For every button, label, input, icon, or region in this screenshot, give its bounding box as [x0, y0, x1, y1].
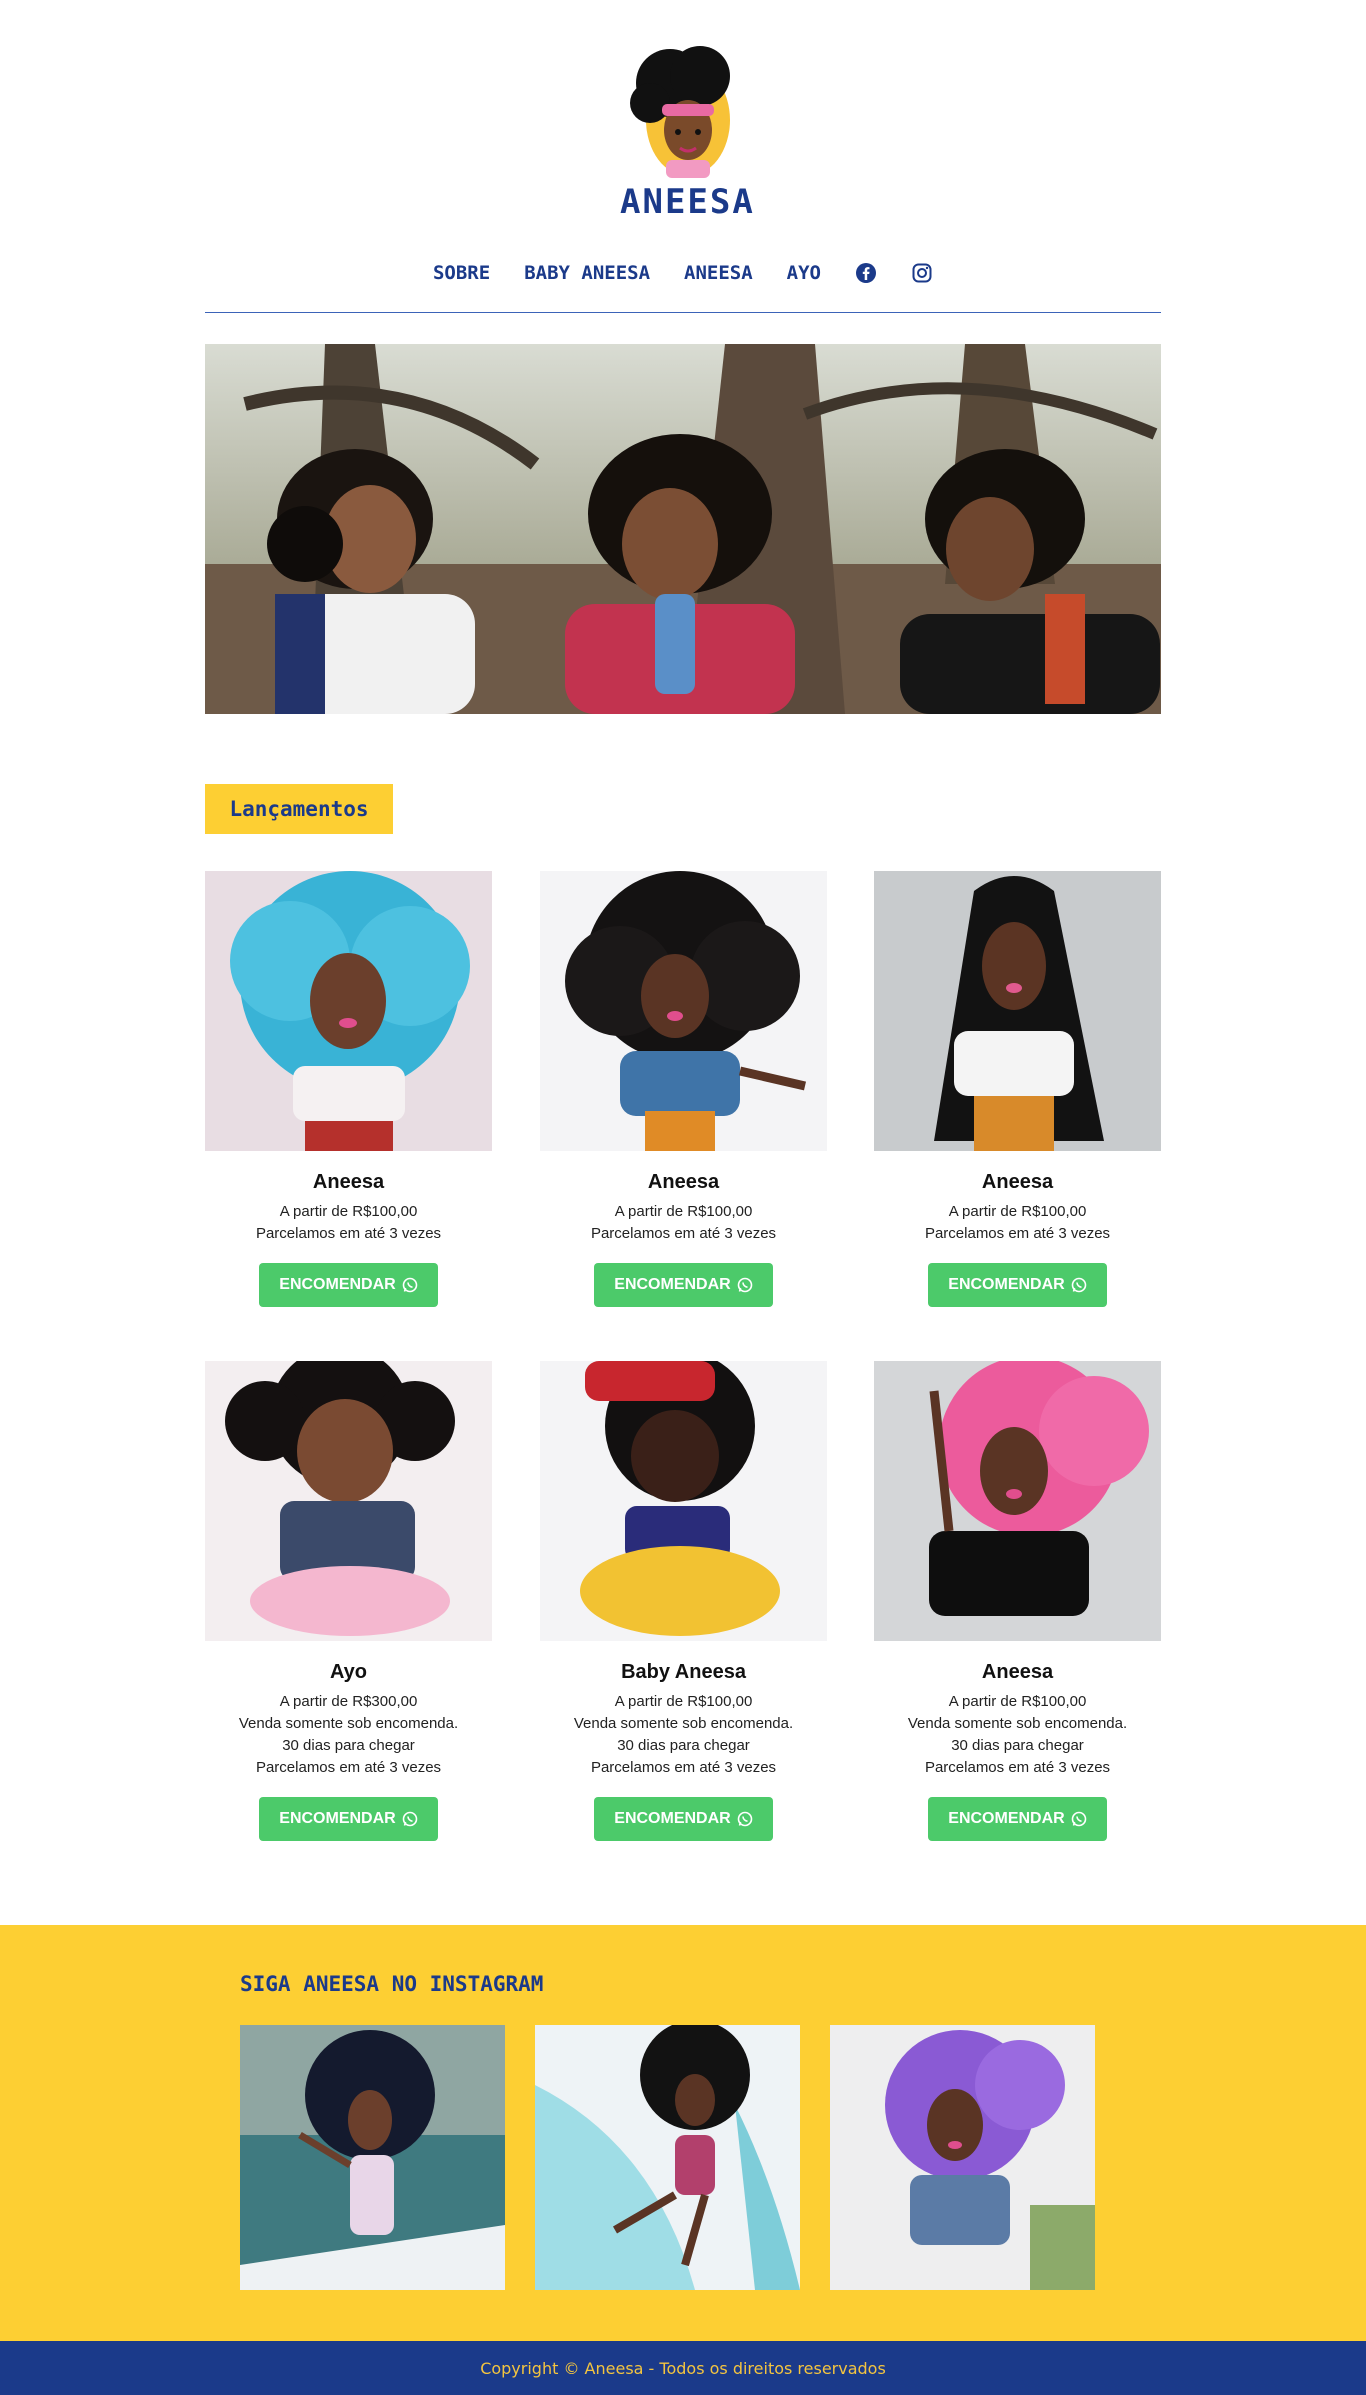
product-card: Aneesa A partir de R$100,00 Parcelamos e… — [205, 871, 492, 1307]
product-name: Aneesa — [981, 1171, 1054, 1193]
product-installments: Parcelamos em até 3 vezes — [924, 1225, 1111, 1242]
order-button[interactable]: ENCOMENDAR — [928, 1263, 1107, 1307]
order-button-label: ENCOMENDAR — [279, 1810, 396, 1827]
product-image[interactable] — [540, 871, 827, 1151]
product-card: Aneesa A partir de R$100,00 Parcelamos e… — [874, 871, 1161, 1307]
nav-item-baby-aneesa[interactable]: Baby Aneesa — [524, 262, 650, 284]
product-note: Venda somente sob encomenda. — [238, 1715, 459, 1732]
instagram-section: SIGA ANEESA NO INSTAGRAM — [0, 1925, 1366, 2341]
product-image[interactable] — [874, 871, 1161, 1151]
product-name: Ayo — [329, 1661, 368, 1683]
whatsapp-icon — [1071, 1811, 1087, 1827]
order-button-label: ENCOMENDAR — [614, 1276, 731, 1293]
whatsapp-icon — [737, 1277, 753, 1293]
product-price: A partir de R$100,00 — [614, 1693, 753, 1710]
product-image[interactable] — [205, 871, 492, 1151]
product-delivery: 30 dias para chegar — [951, 1737, 1084, 1754]
product-card: Aneesa A partir de R$100,00 Parcelamos e… — [540, 871, 827, 1307]
product-details: A partir de R$100,00 Parcelamos em até 3… — [205, 1201, 492, 1245]
instagram-post[interactable] — [240, 2025, 505, 2290]
order-button[interactable]: ENCOMENDAR — [594, 1797, 773, 1841]
product-installments: Parcelamos em até 3 vezes — [924, 1759, 1111, 1776]
product-image[interactable] — [874, 1361, 1161, 1641]
product-details: A partir de R$100,00 Venda somente sob e… — [540, 1691, 827, 1779]
product-name: Baby Aneesa — [621, 1661, 746, 1683]
order-button[interactable]: ENCOMENDAR — [594, 1263, 773, 1307]
product-price: A partir de R$100,00 — [948, 1203, 1087, 1220]
section-title-badge: Lançamentos — [205, 784, 393, 834]
site-header: ANEESA Sobre Baby Aneesa Aneesa Ayo — [0, 0, 1366, 313]
whatsapp-icon — [1071, 1277, 1087, 1293]
product-price: A partir de R$100,00 — [614, 1203, 753, 1220]
product-installments: Parcelamos em até 3 vezes — [255, 1759, 442, 1776]
product-price: A partir de R$300,00 — [279, 1693, 418, 1710]
product-card: Ayo A partir de R$300,00 Venda somente s… — [205, 1361, 492, 1841]
product-card: Baby Aneesa A partir de R$100,00 Venda s… — [540, 1361, 827, 1841]
order-button-label: ENCOMENDAR — [948, 1810, 1065, 1827]
product-name: Aneesa — [647, 1171, 720, 1193]
order-button[interactable]: ENCOMENDAR — [928, 1797, 1107, 1841]
product-note: Venda somente sob encomenda. — [573, 1715, 794, 1732]
instagram-title: SIGA ANEESA NO INSTAGRAM — [240, 1972, 544, 1996]
whatsapp-icon — [737, 1811, 753, 1827]
product-installments: Parcelamos em até 3 vezes — [590, 1759, 777, 1776]
logo-illustration — [630, 46, 730, 178]
order-button[interactable]: ENCOMENDAR — [259, 1797, 438, 1841]
order-button-label: ENCOMENDAR — [279, 1276, 396, 1293]
nav-item-sobre[interactable]: Sobre — [433, 262, 490, 284]
product-card: Aneesa A partir de R$100,00 Venda soment… — [874, 1361, 1161, 1841]
product-details: A partir de R$100,00 Venda somente sob e… — [874, 1691, 1161, 1779]
brand-logo[interactable]: ANEESA — [620, 38, 755, 222]
product-image[interactable] — [540, 1361, 827, 1641]
product-delivery: 30 dias para chegar — [282, 1737, 415, 1754]
hero-banner-image — [205, 344, 1161, 714]
product-installments: Parcelamos em até 3 vezes — [255, 1225, 442, 1242]
instagram-post[interactable] — [535, 2025, 800, 2290]
whatsapp-icon — [402, 1811, 418, 1827]
instagram-icon[interactable] — [911, 262, 933, 284]
copyright-text: Copyright © Aneesa - Todos os direitos r… — [480, 2358, 886, 2378]
product-price: A partir de R$100,00 — [279, 1203, 418, 1220]
order-button[interactable]: ENCOMENDAR — [259, 1263, 438, 1307]
brand-wordmark: ANEESA — [620, 182, 755, 222]
nav-item-ayo[interactable]: Ayo — [787, 262, 821, 284]
product-delivery: 30 dias para chegar — [617, 1737, 750, 1754]
site-footer: Copyright © Aneesa - Todos os direitos r… — [0, 2341, 1366, 2395]
product-details: A partir de R$300,00 Venda somente sob e… — [205, 1691, 492, 1779]
product-image[interactable] — [205, 1361, 492, 1641]
nav-item-aneesa[interactable]: Aneesa — [684, 262, 753, 284]
product-name: Aneesa — [981, 1661, 1054, 1683]
section-title: Lançamentos — [229, 797, 369, 821]
facebook-icon[interactable] — [855, 262, 877, 284]
whatsapp-icon — [402, 1277, 418, 1293]
product-installments: Parcelamos em até 3 vezes — [590, 1225, 777, 1242]
product-details: A partir de R$100,00 Parcelamos em até 3… — [540, 1201, 827, 1245]
product-price: A partir de R$100,00 — [948, 1693, 1087, 1710]
main-nav: Sobre Baby Aneesa Aneesa Ayo — [0, 258, 1366, 288]
product-details: A partir de R$100,00 Parcelamos em até 3… — [874, 1201, 1161, 1245]
instagram-post[interactable] — [830, 2025, 1095, 2290]
header-divider — [205, 312, 1161, 313]
order-button-label: ENCOMENDAR — [614, 1810, 731, 1827]
product-note: Venda somente sob encomenda. — [907, 1715, 1128, 1732]
order-button-label: ENCOMENDAR — [948, 1276, 1065, 1293]
product-name: Aneesa — [312, 1171, 385, 1193]
